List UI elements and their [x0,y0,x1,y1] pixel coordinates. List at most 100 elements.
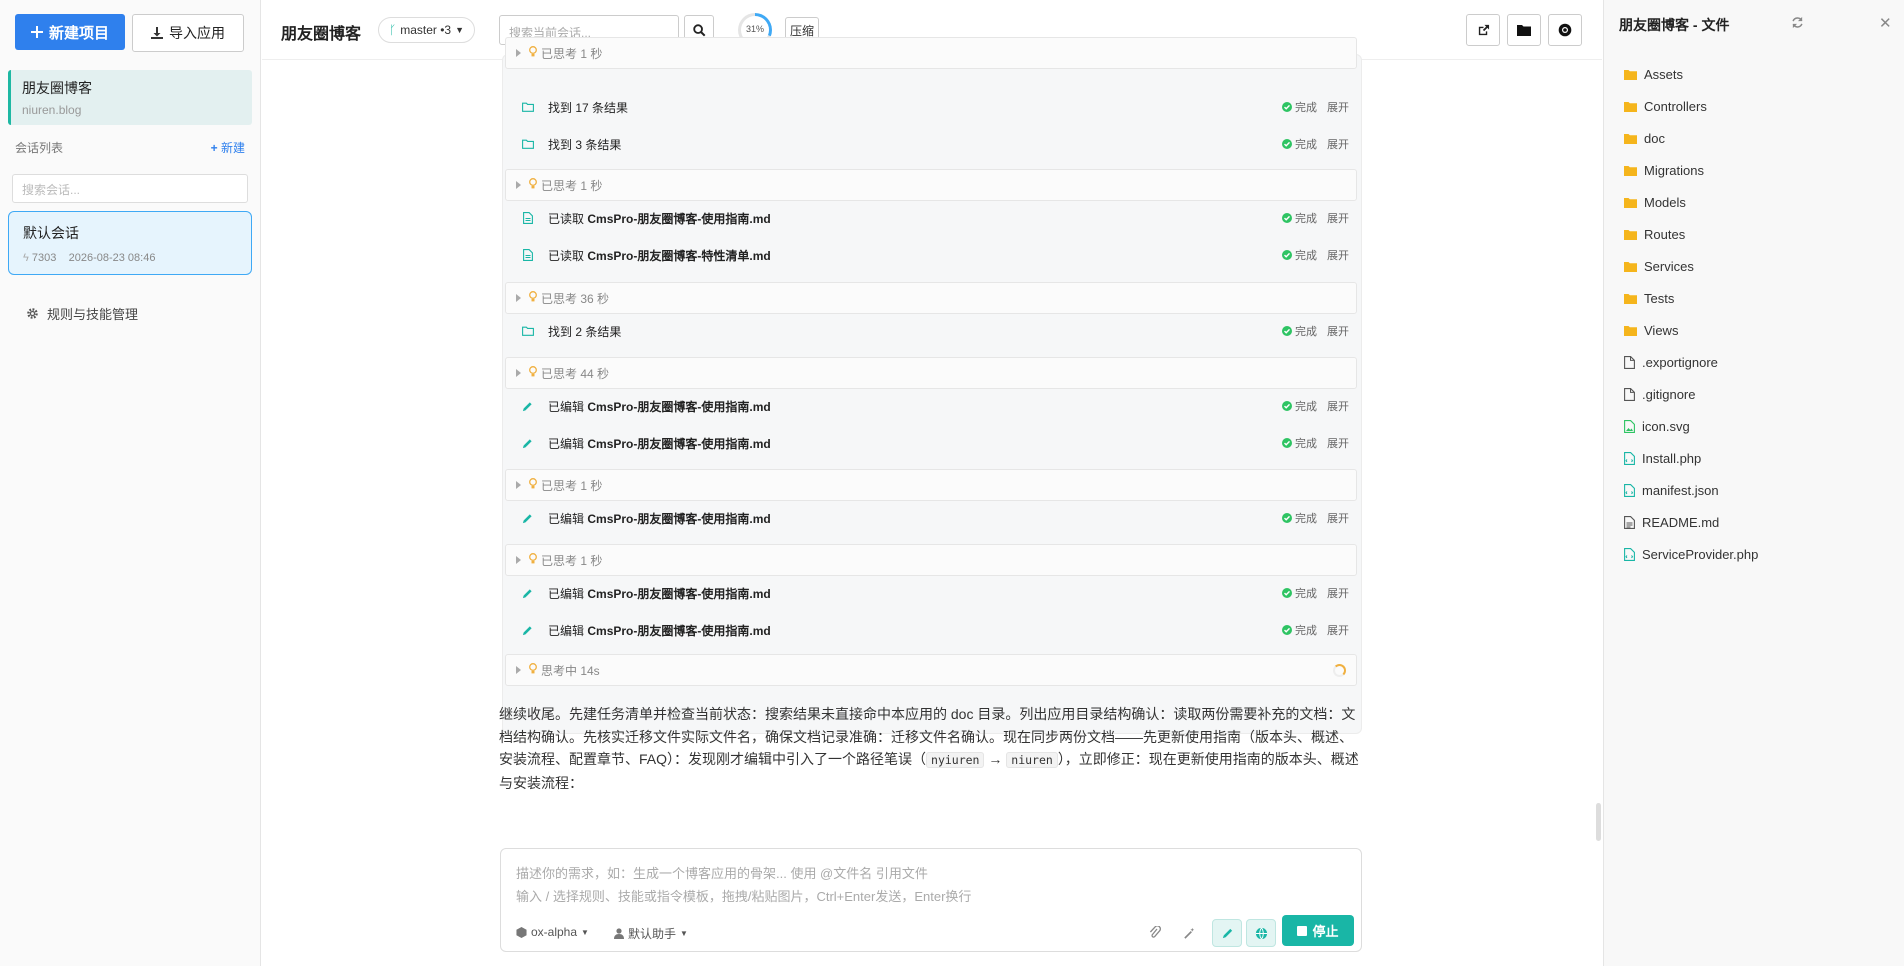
inline-code: niuren [1006,752,1058,768]
step-label-wrap: 已编辑 CmsPro-朋友圈博客-使用指南.md [548,435,1282,452]
composer[interactable]: 描述你的需求，如：生成一个博客应用的骨架... 使用 @文件名 引用文件 输入 … [500,848,1362,952]
bolt-icon: ϟ [23,252,29,264]
thought-collapsed-row[interactable]: 已思考 1 秒 [505,169,1357,201]
file-item[interactable]: ServiceProvider.php [1624,538,1758,570]
thought-collapsed-row[interactable]: 已思考 36 秒 [505,282,1357,314]
file-item[interactable]: manifest.json [1624,474,1758,506]
expand-button[interactable]: 展开 [1327,99,1349,115]
new-project-button[interactable]: 新建项目 [15,14,125,50]
composer-input[interactable]: 描述你的需求，如：生成一个博客应用的骨架... 使用 @文件名 引用文件 输入 … [516,863,971,908]
expand-button[interactable]: 展开 [1327,510,1349,526]
step-filename: CmsPro-朋友圈博客-使用指南.md [587,436,771,451]
step-filename: CmsPro-朋友圈博客-特性清单.md [587,248,771,263]
pen-toggle-button[interactable] [1212,919,1242,947]
expand-button[interactable]: 展开 [1327,247,1349,263]
project-item[interactable]: 朋友圈博客 niuren.blog [8,70,252,125]
file-item[interactable]: README.md [1624,506,1758,538]
folder-item[interactable]: Services [1624,250,1758,282]
expand-button[interactable]: 展开 [1327,398,1349,414]
file-item[interactable]: .exportignore [1624,346,1758,378]
folder-icon [1624,101,1637,112]
folder-item[interactable]: doc [1624,122,1758,154]
folder-item[interactable]: Controllers [1624,90,1758,122]
folder-item[interactable]: Routes [1624,218,1758,250]
web-toggle-button[interactable] [1246,919,1276,947]
step-status: 完成 [1282,585,1317,601]
check-circle-icon [1282,588,1292,598]
search-result-row: 找到 3 条结果 完成 展开 [503,129,1363,159]
folder-name: Assets [1644,66,1684,82]
open-folder-button[interactable] [1507,14,1541,46]
import-app-button[interactable]: 导入应用 [132,14,244,52]
session-item[interactable]: 默认会话 ϟ 7303 2026-08-23 08:46 [8,211,252,275]
session-search-input[interactable]: 搜索会话... [12,174,248,203]
thought-label: 已思考 1 秒 [541,178,603,193]
step-status: 完成 [1282,510,1317,526]
status-label: 完成 [1295,213,1317,225]
step-filename: CmsPro-朋友圈博客-使用指南.md [587,623,771,638]
code-file-icon [1624,451,1635,465]
rules-skills-link[interactable]: 规则与技能管理 [26,304,138,323]
expand-button[interactable]: 展开 [1327,136,1349,152]
folder-icon [1517,25,1531,36]
file-item[interactable]: Install.php [1624,442,1758,474]
new-session-button[interactable]: + 新建 [211,139,245,156]
thought-collapsed-row[interactable]: 已思考 1 秒 [505,37,1357,69]
folder-icon [521,139,534,149]
step-status: 完成 [1282,398,1317,414]
expand-button[interactable]: 展开 [1327,585,1349,601]
step-label-wrap: 已编辑 CmsPro-朋友圈博客-使用指南.md [548,510,1282,527]
caret-right-icon [516,556,521,564]
assistant-label: 默认助手 [628,927,677,941]
folder-item[interactable]: Tests [1624,282,1758,314]
caret-right-icon [516,369,521,377]
status-label: 完成 [1295,401,1317,413]
expand-button[interactable]: 展开 [1327,323,1349,339]
session-count: 7303 [31,252,57,264]
tool-steps-panel: 已思考 1 秒找到 17 条结果 完成 展开 找到 3 条结果 完成 展开 已思考 1 秒已… [502,37,1363,734]
check-circle-icon [1282,326,1292,336]
file-item[interactable]: .gitignore [1624,378,1758,410]
folder-icon [521,102,534,112]
thinking-progress-row[interactable]: 思考中 14s [505,654,1357,686]
thought-collapsed-row[interactable]: 已思考 1 秒 [505,469,1357,501]
git-branch-icon: ᚴ [389,23,397,37]
folder-item[interactable]: Assets [1624,58,1758,90]
close-panel-button[interactable]: ✕ [1879,14,1892,32]
branch-selector[interactable]: ᚴ master •3 ▼ [378,17,476,43]
expand-button[interactable]: 展开 [1327,210,1349,226]
check-circle-icon [1282,625,1292,635]
expand-button[interactable]: 展开 [1327,435,1349,451]
open-browser-button[interactable] [1548,14,1582,46]
assistant-message: 继续收尾。先建任务清单并检查当前状态：搜索结果未直接命中本应用的 doc 目录。… [499,703,1362,794]
scrollbar[interactable] [1596,803,1601,841]
open-external-button[interactable] [1466,14,1500,46]
folder-icon [1624,293,1637,304]
step-status: 完成 [1282,136,1317,152]
refresh-icon [1792,16,1803,29]
thought-collapsed-row[interactable]: 已思考 1 秒 [505,544,1357,576]
globe-icon [1255,927,1267,939]
code-file-icon [1624,547,1635,561]
check-circle-icon [1282,438,1292,448]
search-result-row: 找到 2 条结果 完成 展开 [503,316,1363,346]
folder-item[interactable]: Views [1624,314,1758,346]
folder-icon [521,326,534,336]
attach-button[interactable] [1140,919,1170,947]
file-item[interactable]: icon.svg [1624,410,1758,442]
session-title: 默认会话 [23,225,79,241]
page-title: 朋友圈博客 [281,26,362,43]
refresh-button[interactable] [1791,16,1804,32]
model-label: ox-alpha [531,925,578,939]
gear-icon [27,308,38,319]
magic-button[interactable] [1174,919,1204,947]
stop-button[interactable]: 停止 [1282,915,1354,946]
status-label: 完成 [1295,438,1317,450]
assistant-selector[interactable]: 默认助手 ▼ [614,925,688,942]
folder-item[interactable]: Models [1624,186,1758,218]
thought-collapsed-row[interactable]: 已思考 44 秒 [505,357,1357,389]
model-selector[interactable]: ox-alpha ▼ [516,925,589,939]
expand-button[interactable]: 展开 [1327,622,1349,638]
folder-item[interactable]: Migrations [1624,154,1758,186]
left-sidebar: 新建项目 导入应用 朋友圈博客 niuren.blog 会话列表 + 新建 搜索… [0,0,261,966]
